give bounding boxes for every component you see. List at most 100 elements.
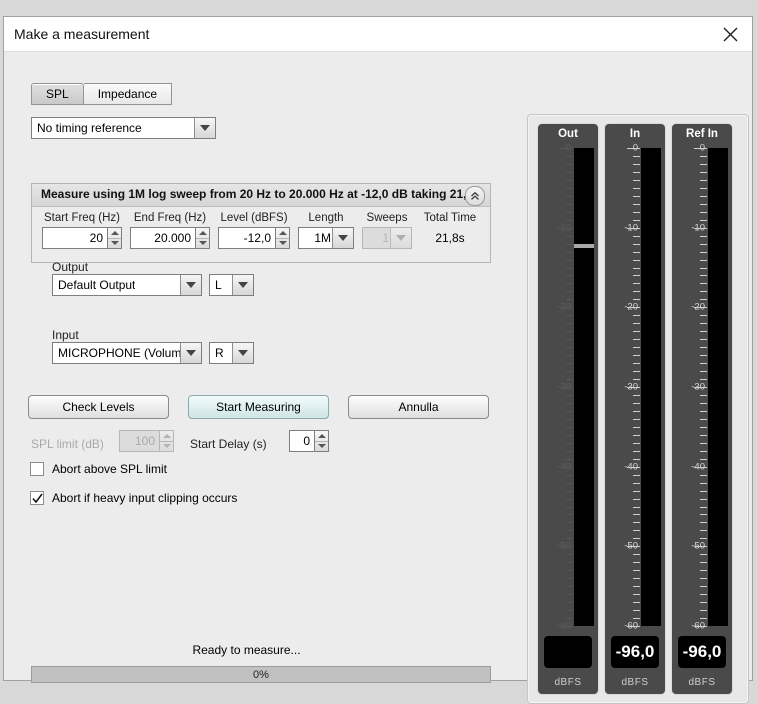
end-freq-spin-up[interactable] xyxy=(196,228,209,239)
meter-ref-in-tickmark xyxy=(700,578,707,580)
start-measuring-button[interactable]: Start Measuring xyxy=(188,395,329,419)
level-spin-up[interactable] xyxy=(276,228,289,239)
meter-in-tickmark xyxy=(633,394,640,396)
chevron-down-icon[interactable] xyxy=(232,343,253,363)
meter-out-tickmark xyxy=(566,259,573,261)
meter-in-readout: -96,0 xyxy=(611,636,659,668)
meter-in-tickmark xyxy=(633,570,640,572)
start-delay-spin-down[interactable] xyxy=(315,442,328,452)
meter-out-tickmark xyxy=(566,538,573,540)
meter-out-tickmark xyxy=(566,371,573,373)
start-freq-value[interactable]: 20 xyxy=(42,227,107,249)
meter-in-tickmark xyxy=(633,379,640,381)
tab-spl[interactable]: SPL xyxy=(31,83,84,105)
meter-in-tickmark xyxy=(627,148,640,149)
start-freq-spin-buttons[interactable] xyxy=(107,227,122,249)
start-delay-spin-buttons[interactable] xyxy=(314,430,329,452)
start-delay-value[interactable]: 0 xyxy=(289,430,314,452)
triangle-up-icon xyxy=(278,230,287,235)
meter-in-tickmark xyxy=(633,267,640,269)
meter-in-title: In xyxy=(629,128,641,140)
timing-reference-value: No timing reference xyxy=(37,121,142,135)
checkbox-abort-above-spl[interactable]: Abort above SPL limit xyxy=(30,462,167,476)
meter-in-scale: 0 -10 -20 -30 -40 -50 -60 xyxy=(607,143,640,632)
meter-in-bar xyxy=(641,148,661,626)
meter-out-tickmark xyxy=(566,450,573,452)
chevron-down-icon[interactable] xyxy=(332,228,353,248)
meter-in-tickmark xyxy=(633,522,640,524)
level-value[interactable]: -12,0 xyxy=(218,227,275,249)
meter-ref-in-tickmark xyxy=(700,211,707,213)
meter-ref-in-tickmark xyxy=(700,259,707,261)
chevron-down-glyph xyxy=(186,350,196,356)
chevron-down-glyph xyxy=(200,125,210,131)
level-stepper[interactable]: -12,0 xyxy=(218,227,290,249)
chevron-down-icon[interactable] xyxy=(232,275,253,295)
measure-settings-group: Measure using 1M log sweep from 20 Hz to… xyxy=(31,183,491,263)
chevron-down-icon[interactable] xyxy=(180,343,201,363)
timing-reference-select[interactable]: No timing reference xyxy=(31,117,216,139)
end-freq-spin-down[interactable] xyxy=(196,239,209,249)
meter-ref-in-tickmark xyxy=(700,458,707,460)
meter-in-tickmark xyxy=(633,195,640,197)
spl-limit-stepper: 100 xyxy=(119,430,174,452)
meter-ref-in-tickmark xyxy=(700,514,707,516)
level-spin-buttons[interactable] xyxy=(275,227,290,249)
meter-in-tickmark xyxy=(633,474,640,476)
start-freq-stepper[interactable]: 20 xyxy=(42,227,122,249)
chevron-down-icon[interactable] xyxy=(180,275,201,295)
meter-ref-in-tickmark xyxy=(694,466,707,468)
cancel-button[interactable]: Annulla xyxy=(348,395,489,419)
tab-impedance[interactable]: Impedance xyxy=(83,83,173,105)
chevron-down-glyph xyxy=(396,235,406,241)
start-freq-spin-up[interactable] xyxy=(108,228,121,239)
chevron-down-glyph xyxy=(238,350,248,356)
chevron-down-glyph xyxy=(186,282,196,288)
meter-in-tickmark xyxy=(633,434,640,436)
meter-in-tickmark xyxy=(633,363,640,365)
measurement-type-tabs: SPL Impedance xyxy=(31,83,173,105)
checkbox-abort-clipping[interactable]: Abort if heavy input clipping occurs xyxy=(30,491,237,505)
checkbox-unchecked-icon[interactable] xyxy=(30,462,44,476)
meter-in-tickmark xyxy=(633,331,640,333)
start-delay-stepper[interactable]: 0 xyxy=(289,430,329,452)
meter-out-tickmark xyxy=(566,490,573,492)
meter-out: Out 0 -10 -20 -30 -40 -50 -60 dBFS xyxy=(537,123,599,695)
meter-in-tickmark xyxy=(633,243,640,245)
meter-out-tickmark xyxy=(566,299,573,301)
meter-in-tickmark xyxy=(633,410,640,412)
meter-ref-in-tickmark xyxy=(694,546,707,548)
end-freq-spin-buttons[interactable] xyxy=(195,227,210,249)
start-delay-spin-up[interactable] xyxy=(315,431,328,442)
meter-ref-in-tickmark xyxy=(700,490,707,492)
meter-out-tickmark xyxy=(566,251,573,253)
meter-in-tickmark xyxy=(633,530,640,532)
input-channel-select[interactable]: R xyxy=(209,342,254,364)
meter-ref-in-tickmark xyxy=(700,442,707,444)
end-freq-stepper[interactable]: 20.000 xyxy=(130,227,210,249)
double-chevron-up-icon[interactable] xyxy=(465,186,485,206)
length-select[interactable]: 1M xyxy=(298,227,354,249)
end-freq-value[interactable]: 20.000 xyxy=(130,227,195,249)
meter-out-tickmark xyxy=(566,410,573,412)
output-device-select[interactable]: Default Output xyxy=(52,274,202,296)
meter-ref-in-tickmark xyxy=(700,554,707,556)
triangle-up-icon xyxy=(162,433,171,438)
meter-in-tickmark xyxy=(627,387,640,388)
checkbox-checked-icon[interactable] xyxy=(30,491,44,505)
meter-out-tickmark xyxy=(566,482,573,484)
chevron-down-icon[interactable] xyxy=(194,118,215,138)
output-channel-select[interactable]: L xyxy=(209,274,254,296)
level-spin-down[interactable] xyxy=(276,239,289,249)
input-device-select[interactable]: MICROPHONE (Volume ... xyxy=(52,342,202,364)
field-level: Level (dBFS) -12,0 xyxy=(218,212,290,249)
meter-ref-in-tickmark xyxy=(700,594,707,596)
meter-out-tickmark xyxy=(560,307,573,309)
meter-out-tickmark xyxy=(566,235,573,237)
meter-out-tickmark xyxy=(566,355,573,357)
meter-out-tickmark xyxy=(566,323,573,325)
meter-in-tickmark xyxy=(627,546,640,548)
check-levels-button[interactable]: Check Levels xyxy=(28,395,169,419)
close-icon[interactable] xyxy=(708,17,752,51)
start-freq-spin-down[interactable] xyxy=(108,239,121,249)
